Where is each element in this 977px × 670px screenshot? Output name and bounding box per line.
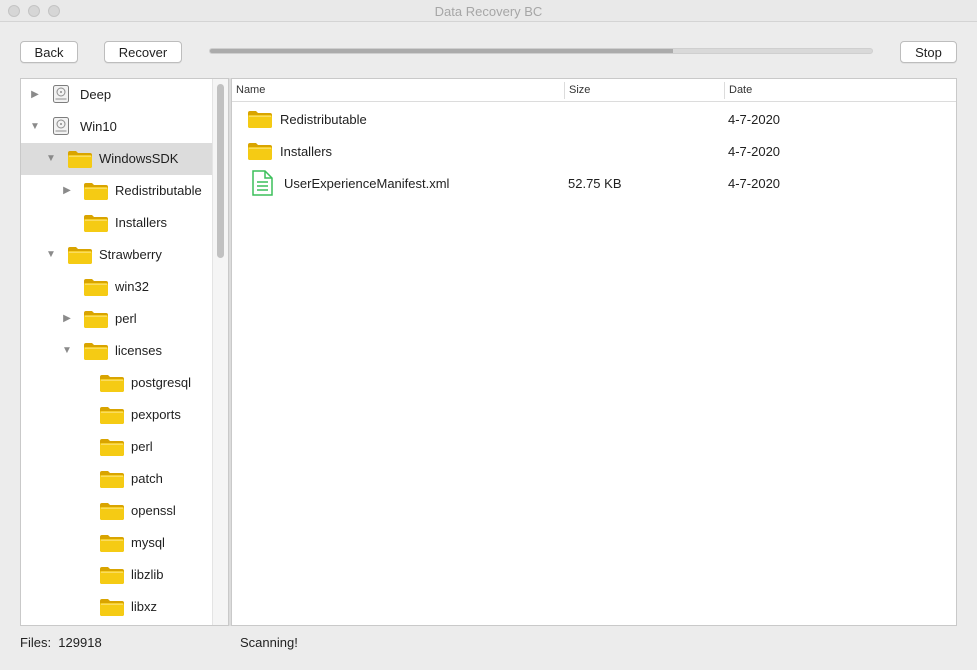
tree-item-openssl[interactable]: openssl	[21, 495, 213, 527]
file-list[interactable]: Name Size Date Redistributable 4-7-2020 In…	[231, 78, 957, 626]
column-separator[interactable]	[724, 82, 725, 99]
title-bar: Data Recovery BC	[0, 0, 977, 22]
expand-triangle-icon[interactable]: ▶	[61, 313, 73, 325]
tree-item-label: libzlib	[131, 567, 164, 582]
tree-item-label: Deep	[80, 87, 112, 102]
folder-icon	[67, 149, 93, 172]
file-name: Redistributable	[280, 112, 367, 127]
folder-icon	[99, 373, 125, 396]
files-count-status: Files: 129918	[20, 635, 102, 650]
tree-item-label: perl	[115, 311, 137, 326]
tree-item-libxz[interactable]: libxz	[21, 591, 213, 623]
tree-item-patch[interactable]: patch	[21, 463, 213, 495]
folder-icon	[99, 597, 125, 620]
tree-item-label: win32	[115, 279, 149, 294]
tree-item-label: Strawberry	[99, 247, 162, 262]
tree-item-perl[interactable]: perl	[21, 431, 213, 463]
folder-icon	[99, 437, 125, 460]
folder-tree[interactable]: ▶ Deep ▼ Win10 ▼ WindowsSDK ▶ Redistributable In…	[20, 78, 229, 626]
file-list-row[interactable]: UserExperienceManifest.xml 52.75 KB 4-7-20…	[232, 167, 956, 199]
recover-button[interactable]: Recover	[104, 41, 182, 63]
tree-item-mysql[interactable]: mysql	[21, 527, 213, 559]
column-header-name[interactable]: Name	[236, 84, 265, 96]
file-size: 52.75 KB	[568, 176, 622, 191]
folder-icon	[83, 341, 109, 364]
file-list-row[interactable]: Installers 4-7-2020	[232, 135, 956, 167]
folder-icon	[83, 213, 109, 236]
document-icon	[251, 170, 273, 199]
tree-item-label: libxz	[131, 599, 158, 614]
column-header-date[interactable]: Date	[729, 84, 752, 96]
tree-item-deep[interactable]: ▶ Deep	[21, 79, 213, 111]
tree-item-label: Installers	[115, 215, 168, 230]
tree-scrollbar[interactable]	[212, 79, 228, 625]
column-separator[interactable]	[564, 82, 565, 99]
folder-icon	[99, 533, 125, 556]
folder-icon	[99, 501, 125, 524]
collapse-triangle-icon[interactable]: ▼	[61, 345, 73, 357]
folder-icon	[247, 141, 273, 164]
tree-item-redistributable[interactable]: ▶ Redistributable	[21, 175, 213, 207]
file-name: Installers	[280, 144, 333, 159]
tree-item-label: WindowsSDK	[99, 151, 179, 166]
folder-icon	[83, 181, 109, 204]
hard-drive-icon	[52, 116, 70, 139]
file-name: UserExperienceManifest.xml	[284, 176, 450, 191]
file-list-row[interactable]: Redistributable 4-7-2020	[232, 103, 956, 135]
collapse-triangle-icon[interactable]: ▼	[45, 153, 57, 165]
tree-item-win10[interactable]: ▼ Win10	[21, 111, 213, 143]
tree-item-label: patch	[131, 471, 163, 486]
tree-item-label: pexports	[131, 407, 181, 422]
window-title: Data Recovery BC	[434, 4, 543, 19]
file-date: 4-7-2020	[728, 144, 781, 159]
tree-item-licenses[interactable]: ▼ licenses	[21, 335, 213, 367]
tree-item-label: perl	[131, 439, 153, 454]
folder-icon	[99, 405, 125, 428]
hard-drive-icon	[52, 84, 70, 107]
tree-item-label: Redistributable	[115, 183, 202, 198]
tree-item-label: Win10	[80, 119, 117, 134]
stop-button[interactable]: Stop	[900, 41, 957, 63]
tree-item-postgresql[interactable]: postgresql	[21, 367, 213, 399]
tree-item-strawberry[interactable]: ▼ Strawberry	[21, 239, 213, 271]
scan-progress-bar	[209, 48, 873, 54]
tree-item-installers[interactable]: Installers	[21, 207, 213, 239]
folder-icon	[83, 309, 109, 332]
scan-status-message: Scanning!	[240, 635, 298, 650]
collapse-triangle-icon[interactable]: ▼	[29, 121, 41, 133]
collapse-triangle-icon[interactable]: ▼	[45, 249, 57, 261]
folder-icon	[99, 565, 125, 588]
column-header-size[interactable]: Size	[569, 84, 590, 96]
folder-icon	[247, 109, 273, 132]
files-label: Files:	[20, 635, 52, 650]
tree-item-label: postgresql	[131, 375, 191, 390]
expand-triangle-icon[interactable]: ▶	[61, 185, 73, 197]
file-list-header: Name Size Date	[232, 79, 956, 102]
tree-item-pexports[interactable]: pexports	[21, 399, 213, 431]
folder-icon	[99, 469, 125, 492]
tree-item-windowssdk[interactable]: ▼ WindowsSDK	[21, 143, 213, 175]
file-date: 4-7-2020	[728, 176, 781, 191]
back-button[interactable]: Back	[20, 41, 78, 63]
tree-item-libzlib[interactable]: libzlib	[21, 559, 213, 591]
folder-icon	[67, 245, 93, 268]
scan-progress-fill	[210, 49, 674, 53]
tree-item-label: mysql	[131, 535, 165, 550]
expand-triangle-icon[interactable]: ▶	[29, 89, 41, 101]
tree-item-perl[interactable]: ▶ perl	[21, 303, 213, 335]
files-count: 129918	[58, 635, 102, 650]
tree-item-label: openssl	[131, 503, 176, 518]
tree-item-win32[interactable]: win32	[21, 271, 213, 303]
tree-item-label: licenses	[115, 343, 162, 358]
folder-icon	[83, 277, 109, 300]
tree-scrollbar-thumb[interactable]	[217, 84, 224, 258]
file-date: 4-7-2020	[728, 112, 781, 127]
